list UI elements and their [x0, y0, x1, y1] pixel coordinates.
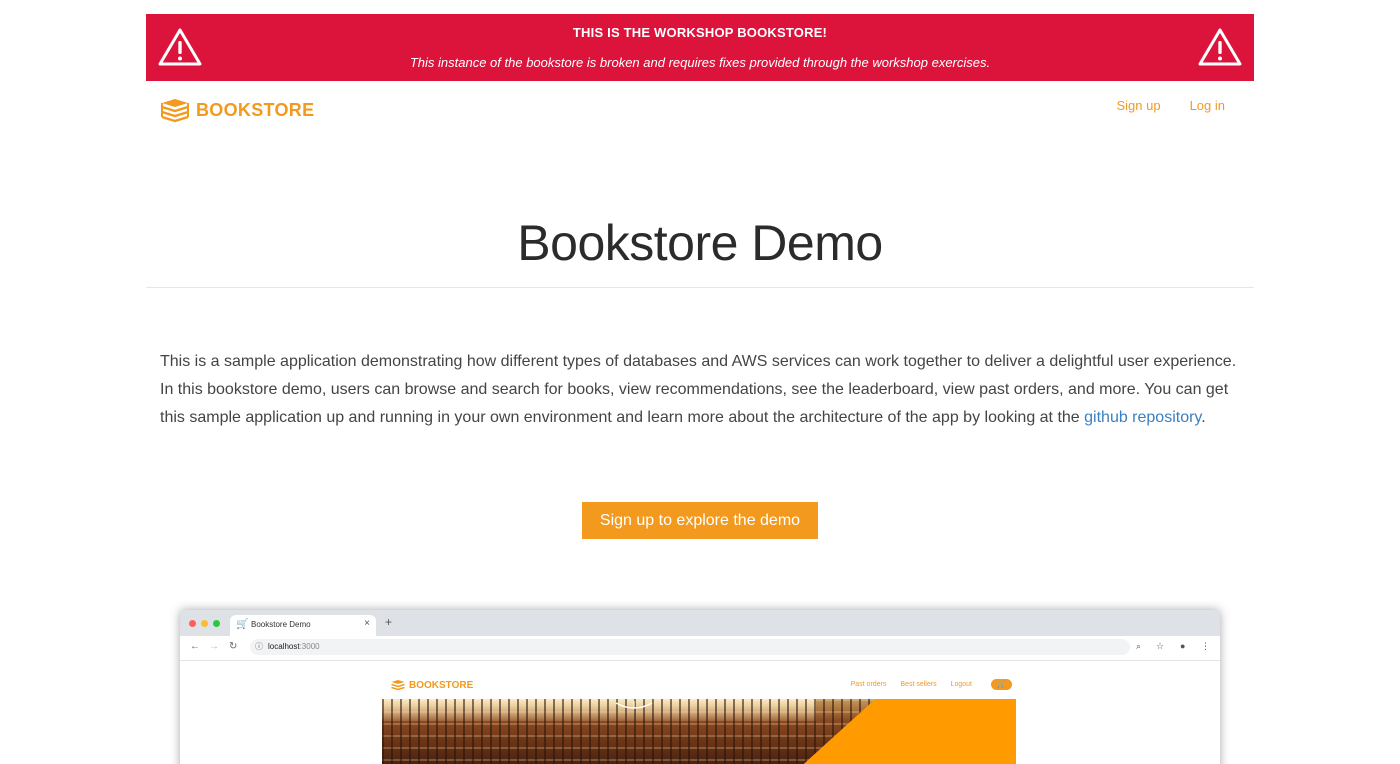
star-icon: ☆	[1156, 641, 1165, 651]
cart-icon: 🛒	[236, 619, 249, 630]
page-title: Bookstore Demo	[517, 215, 883, 271]
inner-past-orders-link: Past orders	[850, 681, 887, 688]
login-link[interactable]: Log in	[1190, 98, 1225, 113]
url-host: localhost	[268, 642, 300, 651]
window-close-dot	[189, 620, 196, 627]
kebab-menu-icon: ⋮	[1201, 641, 1210, 651]
library-hero-image	[382, 699, 1016, 764]
title-divider	[146, 287, 1254, 288]
cart-icon: 🛒	[991, 679, 1012, 690]
banner-title: THIS IS THE WORKSHOP BOOKSTORE!	[572, 25, 828, 40]
reload-icon: ↻	[229, 641, 238, 652]
warning-triangle-icon	[1198, 28, 1242, 66]
url-port: :3000	[299, 642, 320, 651]
description-text: This is a sample application demonstrati…	[160, 353, 1237, 426]
main-container: THIS IS THE WORKSHOP BOOKSTORE! This ins…	[146, 14, 1254, 141]
browser-address-bar: ⓘ localhost:3000	[250, 639, 1130, 655]
forward-arrow-icon: →	[209, 641, 219, 652]
inner-brand-logo: BOOKSTORE	[390, 679, 473, 692]
signup-link[interactable]: Sign up	[1116, 98, 1160, 113]
close-icon: ×	[364, 618, 370, 629]
browser-content: BOOKSTORE Past orders Best sellers Logou…	[180, 661, 1220, 764]
banner-subtitle: This instance of the bookstore is broken…	[409, 55, 991, 70]
page: THIS IS THE WORKSHOP BOOKSTORE! This ins…	[0, 0, 1400, 764]
browser-url: localhost:3000	[268, 642, 320, 651]
browser-toolbar: ← → ↻ ⓘ localhost:3000 ⌕ ☆ ● ⋮	[180, 636, 1220, 661]
zoom-icon: ⌕	[1136, 641, 1142, 651]
window-minimize-dot	[201, 620, 208, 627]
plus-icon: +	[385, 615, 393, 629]
brand-logo[interactable]: BOOKSTORE	[160, 97, 314, 123]
inner-brand-name: BOOKSTORE	[409, 680, 474, 691]
workshop-warning-banner: THIS IS THE WORKSHOP BOOKSTORE! This ins…	[146, 14, 1254, 81]
info-icon: ⓘ	[255, 642, 263, 651]
books-stack-icon	[391, 680, 405, 691]
chandelier-icon	[615, 701, 653, 709]
browser-tab-title: Bookstore Demo	[251, 620, 311, 629]
intro-description: This is a sample application demonstrati…	[160, 348, 1250, 432]
back-arrow-icon: ←	[190, 641, 200, 652]
description-suffix: .	[1201, 409, 1206, 426]
browser-tab: 🛒 Bookstore Demo ×	[230, 615, 376, 636]
books-stack-icon	[161, 99, 189, 123]
inner-nav-links: Past orders Best sellers Logout	[851, 681, 972, 688]
window-zoom-dot	[213, 620, 220, 627]
browser-tabbar: 🛒 Bookstore Demo × +	[180, 610, 1220, 636]
inner-best-sellers-link: Best sellers	[900, 681, 937, 688]
github-repository-link[interactable]: github repository	[1084, 409, 1201, 426]
inner-navbar: BOOKSTORE Past orders Best sellers Logou…	[382, 676, 1016, 696]
app-screenshot: 🛒 Bookstore Demo × + ← → ↻ ⓘ localhost:3…	[180, 610, 1220, 764]
signup-explore-button[interactable]: Sign up to explore the demo	[582, 502, 818, 539]
navbar: BOOKSTORE Sign up Log in	[146, 81, 1254, 141]
nav-links: Sign up Log in	[1116, 98, 1225, 113]
profile-icon: ●	[1180, 641, 1186, 651]
brand-name: BOOKSTORE	[196, 99, 315, 120]
inner-logout-link: Logout	[950, 681, 972, 688]
